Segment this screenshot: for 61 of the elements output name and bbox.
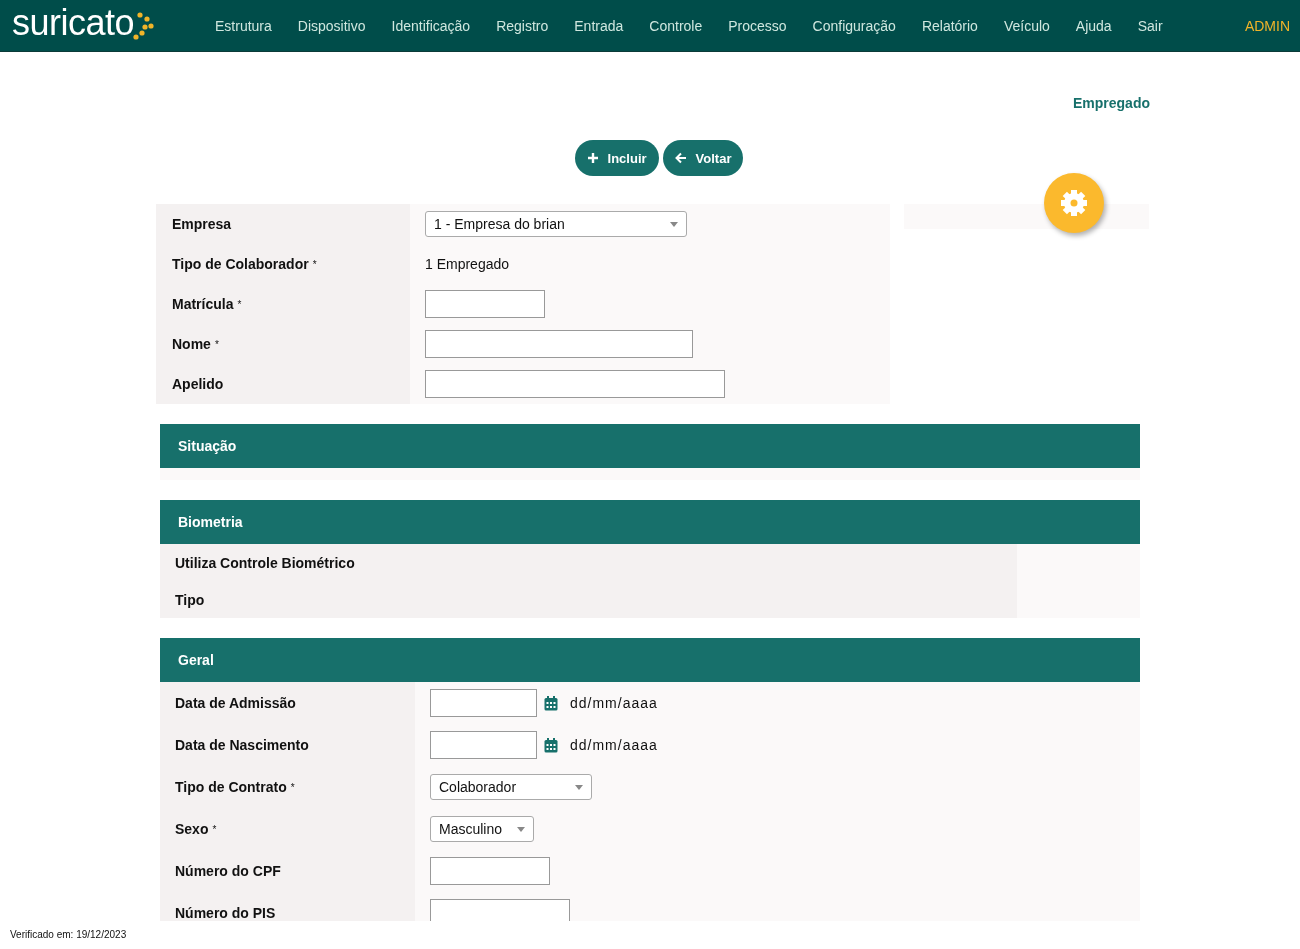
field-value: 1 Empregado [425, 256, 510, 272]
caret-icon [670, 221, 678, 227]
plus-icon [586, 152, 599, 164]
menu-item[interactable]: Relatório [908, 17, 991, 34]
date-input[interactable] [430, 731, 537, 759]
logo-text[interactable]: suricato [12, 4, 135, 41]
date-format-hint: dd/mm/aaaa [570, 737, 658, 753]
section-title: Biometria [178, 514, 243, 530]
input-field[interactable] [425, 370, 725, 398]
settings-button[interactable] [1044, 173, 1104, 233]
caret-icon [517, 826, 525, 832]
arrow-left-icon [674, 152, 687, 164]
page-title: Empregado [1073, 95, 1150, 113]
required-marker: * [237, 298, 242, 310]
menu-item[interactable]: Ajuda [1062, 17, 1125, 34]
field-label: Utiliza Controle Biométrico [175, 554, 355, 571]
field-label: Data de Nascimento [175, 737, 309, 753]
user-name[interactable]: ADMIN [1244, 17, 1290, 34]
field-label: Matrícula [172, 296, 234, 312]
input-field[interactable] [430, 857, 550, 885]
select-field[interactable]: Masculino [430, 816, 534, 842]
action-button[interactable]: Voltar [662, 140, 744, 176]
input-field[interactable] [425, 290, 545, 318]
menu-item[interactable]: Veículo [990, 17, 1063, 34]
verification-date: Verificado em: 19/12/2023 [10, 929, 127, 940]
select-field[interactable]: 1 - Empresa do brian [425, 211, 687, 237]
field-label: Nome [172, 336, 211, 352]
required-marker: * [312, 258, 317, 270]
field-label: Número do PIS [175, 905, 276, 921]
input-field[interactable] [425, 330, 693, 358]
menu-item[interactable]: Identificação [378, 17, 484, 34]
menu-item[interactable]: Sair [1124, 17, 1176, 34]
field-label: Empresa [172, 216, 232, 232]
menu-item[interactable]: Dispositivo [284, 17, 379, 34]
field-label: Tipo de Contrato [175, 779, 287, 795]
action-button[interactable]: Incluir [574, 140, 659, 176]
field-label: Número do CPF [175, 863, 281, 879]
input-field[interactable] [430, 899, 570, 921]
field-label: Apelido [172, 376, 224, 392]
field-label: Tipo de Colaborador [172, 256, 309, 272]
dots-icon [132, 10, 155, 41]
menu-item[interactable]: Processo [715, 17, 800, 34]
section-title: Geral [178, 652, 214, 668]
menu-item[interactable]: Estrutura [202, 17, 285, 34]
date-format-hint: dd/mm/aaaa [570, 695, 658, 711]
required-marker: * [212, 823, 217, 835]
calendar-icon[interactable] [544, 737, 558, 753]
field-label: Tipo [175, 591, 205, 608]
date-input[interactable] [430, 689, 537, 717]
menu-item[interactable]: Configuração [799, 17, 909, 34]
menu-item[interactable]: Entrada [561, 17, 637, 34]
menu-item[interactable]: Controle [636, 17, 716, 34]
required-marker: * [214, 338, 219, 350]
menu-item[interactable]: Registro [483, 17, 562, 34]
field-label: Sexo [175, 821, 209, 837]
caret-icon [575, 784, 583, 790]
field-label: Data de Admissão [175, 695, 296, 711]
section-title: Situação [178, 438, 237, 454]
calendar-icon[interactable] [544, 695, 558, 711]
required-marker: * [290, 781, 295, 793]
select-field[interactable]: Colaborador [430, 774, 592, 800]
